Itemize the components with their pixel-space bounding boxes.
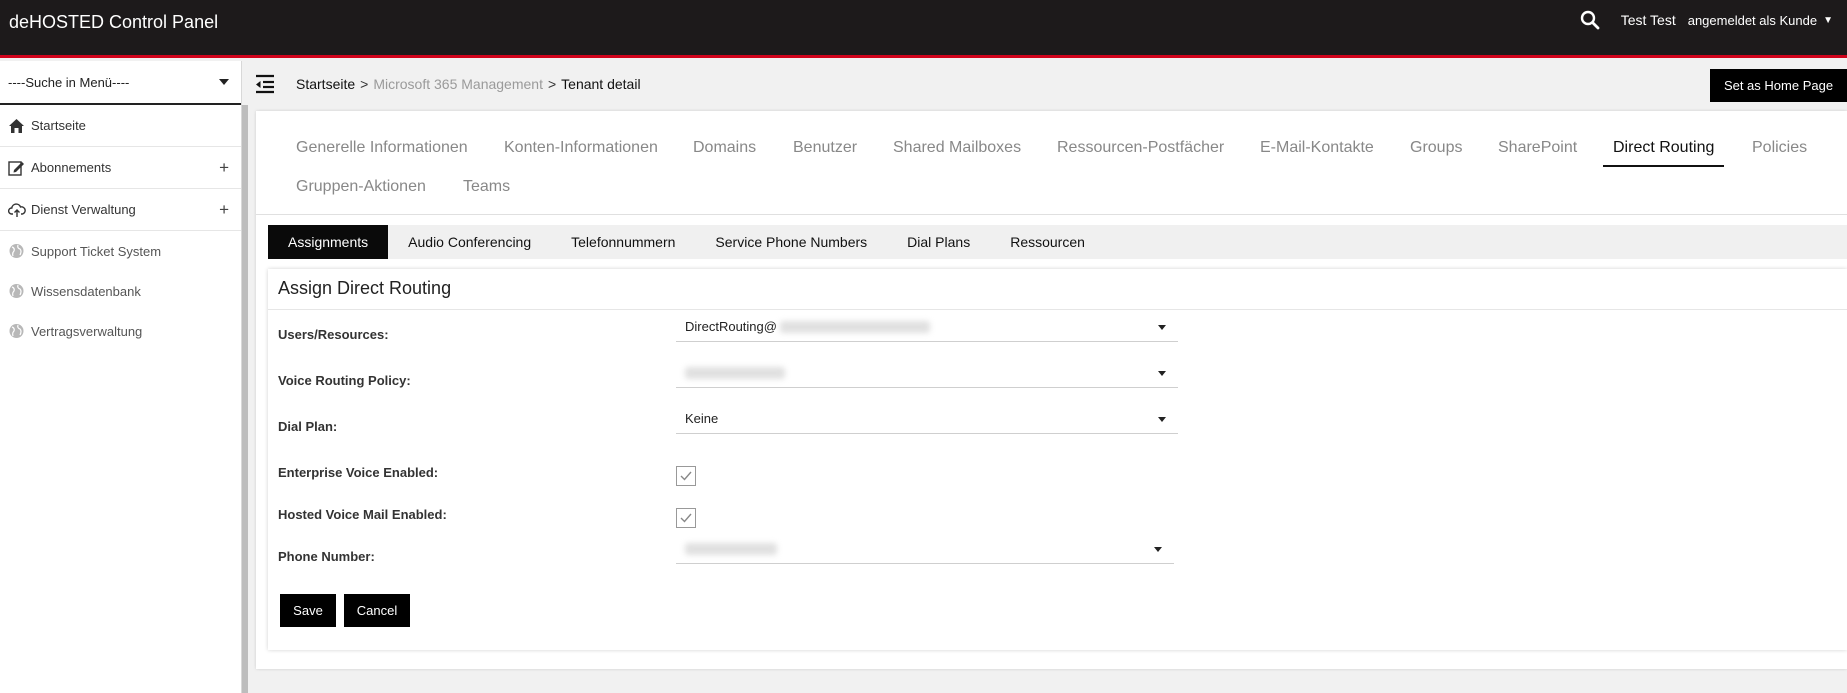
check-icon [680, 471, 692, 481]
enterprise-voice-checkbox[interactable] [676, 466, 696, 486]
subtab-ressourcen[interactable]: Ressourcen [990, 225, 1105, 259]
save-button[interactable]: Save [280, 594, 336, 627]
sidebar-item-abonnements[interactable]: Abonnements + [0, 147, 241, 189]
menu-collapse-icon[interactable] [254, 74, 278, 94]
search-icon[interactable] [1579, 9, 1601, 31]
assign-form: Assign Direct Routing Users/Resources: D… [268, 269, 1847, 650]
subtab-dial-plans[interactable]: Dial Plans [887, 225, 990, 259]
sidebar-item-vertragsverwaltung[interactable]: Vertragsverwaltung [0, 311, 241, 351]
caret-down-icon [1158, 325, 1166, 330]
phone-number-select[interactable] [676, 534, 1174, 564]
breadcrumb-home[interactable]: Startseite [296, 76, 355, 92]
sidebar: ----Suche in Menü---- Startseite Abonnem… [0, 61, 242, 693]
users-select-value: DirectRouting@ [685, 319, 777, 334]
enterprise-voice-label: Enterprise Voice Enabled: [278, 465, 439, 480]
tab-ressourcen-postfaecher[interactable]: Ressourcen-Postfächer [1057, 139, 1224, 157]
tab-teams[interactable]: Teams [463, 178, 510, 196]
tab-policies[interactable]: Policies [1752, 139, 1807, 157]
sub-tabs: Assignments Audio Conferencing Telefonnu… [268, 225, 1847, 259]
cloud-upload-icon [7, 202, 26, 218]
dial-plan-label: Dial Plan: [278, 419, 338, 434]
users-label: Users/Resources: [278, 327, 389, 342]
sidebar-item-label: Support Ticket System [31, 243, 162, 259]
top-bar: deHOSTED Control Panel Test Test angemel… [0, 0, 1847, 58]
chevron-down-icon[interactable]: ▼ [1823, 15, 1833, 26]
globe-icon [8, 283, 26, 299]
voice-policy-select[interactable] [676, 358, 1178, 388]
edit-icon [8, 160, 26, 176]
globe-icon [8, 243, 26, 259]
user-name[interactable]: Test Test [1621, 12, 1676, 28]
sidebar-item-label: Vertragsverwaltung [31, 323, 143, 339]
tab-generelle-informationen[interactable]: Generelle Informationen [296, 139, 468, 157]
set-home-page-button[interactable]: Set as Home Page [1710, 69, 1847, 102]
user-area: Test Test angemeldet als Kunde ▼ [1579, 0, 1847, 40]
tab-email-kontakte[interactable]: E-Mail-Kontakte [1260, 139, 1374, 157]
tab-konten-informationen[interactable]: Konten-Informationen [504, 139, 658, 157]
form-title: Assign Direct Routing [278, 278, 452, 298]
users-select[interactable]: DirectRouting@ [676, 312, 1178, 342]
tab-gruppen-aktionen[interactable]: Gruppen-Aktionen [296, 178, 426, 196]
sidebar-item-label: Abonnements [31, 160, 112, 175]
phone-number-label: Phone Number: [278, 549, 375, 564]
caret-down-icon [219, 79, 229, 85]
sidebar-item-label: Dienst Verwaltung [31, 202, 136, 217]
form-divider [268, 309, 1847, 310]
main-content: Generelle Informationen Konten-Informati… [256, 111, 1847, 669]
dial-plan-select[interactable]: Keine [676, 404, 1178, 434]
home-icon [8, 118, 26, 134]
hosted-voicemail-label: Hosted Voice Mail Enabled: [278, 507, 447, 522]
app-title: deHOSTED Control Panel [9, 12, 219, 32]
sidebar-item-support-ticket[interactable]: Support Ticket System [0, 231, 241, 271]
tab-domains[interactable]: Domains [693, 139, 756, 157]
breadcrumb-m365[interactable]: Microsoft 365 Management [373, 76, 543, 92]
cancel-button[interactable]: Cancel [344, 594, 410, 627]
sidebar-item-label: Startseite [31, 118, 86, 133]
redacted-text [779, 320, 930, 333]
main-tabs: Generelle Informationen Konten-Informati… [256, 111, 1847, 215]
expand-plus-icon[interactable]: + [219, 159, 229, 176]
subtab-service-phone-numbers[interactable]: Service Phone Numbers [695, 225, 887, 259]
sidebar-item-startseite[interactable]: Startseite [0, 105, 241, 147]
redacted-text [685, 366, 785, 379]
caret-down-icon [1158, 417, 1166, 422]
sidebar-item-dienst-verwaltung[interactable]: Dienst Verwaltung + [0, 189, 241, 231]
breadcrumb-current: Tenant detail [561, 76, 641, 92]
subtab-telefonnummern[interactable]: Telefonnummern [551, 225, 695, 259]
menu-search-select[interactable]: ----Suche in Menü---- [0, 61, 241, 105]
breadcrumb: Startseite > Microsoft 365 Management > … [254, 72, 641, 96]
subtab-assignments[interactable]: Assignments [268, 225, 389, 259]
globe-icon [8, 323, 26, 339]
tab-benutzer[interactable]: Benutzer [793, 139, 857, 157]
expand-plus-icon[interactable]: + [219, 201, 229, 218]
sidebar-scrollbar[interactable] [242, 105, 248, 693]
menu-search-label: ----Suche in Menü---- [8, 74, 130, 90]
sidebar-item-wissensdatenbank[interactable]: Wissensdatenbank [0, 271, 241, 311]
hosted-voicemail-checkbox[interactable] [676, 508, 696, 528]
role-label[interactable]: angemeldet als Kunde [1688, 13, 1817, 28]
breadcrumb-separator: > [360, 76, 369, 92]
subtab-audio-conferencing[interactable]: Audio Conferencing [388, 225, 551, 259]
tab-direct-routing[interactable]: Direct Routing [1603, 139, 1725, 167]
check-icon [680, 513, 692, 523]
tab-shared-mailboxes[interactable]: Shared Mailboxes [893, 139, 1021, 157]
caret-down-icon [1154, 547, 1162, 552]
sidebar-item-label: Wissensdatenbank [31, 283, 141, 299]
redacted-text [685, 542, 777, 555]
voice-policy-label: Voice Routing Policy: [278, 373, 411, 388]
tab-groups[interactable]: Groups [1410, 139, 1462, 157]
dial-plan-value: Keine [685, 411, 719, 426]
tab-sharepoint[interactable]: SharePoint [1498, 139, 1577, 157]
caret-down-icon [1158, 371, 1166, 376]
breadcrumb-separator: > [547, 76, 557, 92]
